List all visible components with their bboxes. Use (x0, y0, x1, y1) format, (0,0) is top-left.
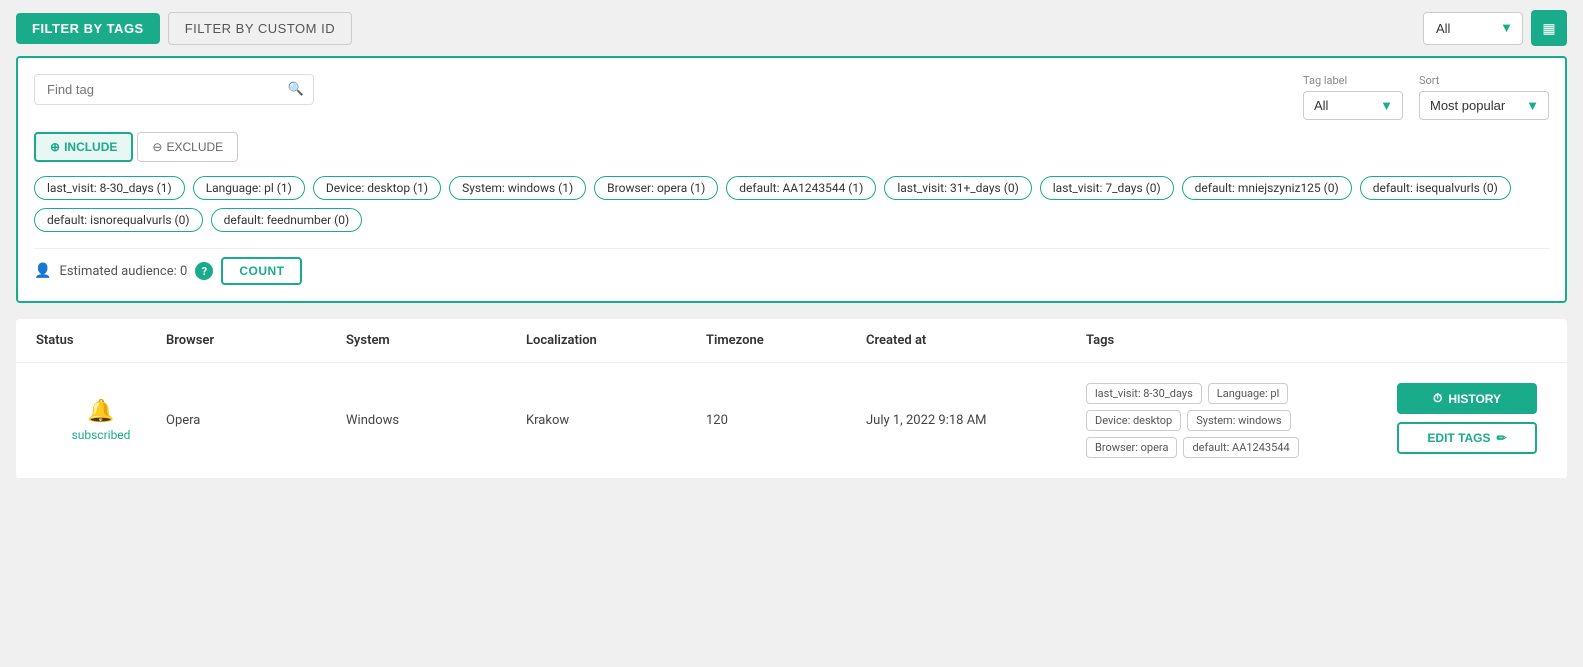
row-tag-badge: Device: desktop (1086, 410, 1181, 431)
find-tag-input[interactable] (34, 74, 314, 105)
filter-panel-top: 🔍 Tag label All ▼ Sort Most popular Leas… (34, 74, 1549, 120)
row-tag-badge: Browser: opera (1086, 437, 1177, 458)
filter-tag-pill[interactable]: last_visit: 8-30_days (1) (34, 176, 185, 200)
filter-by-custom-button[interactable]: FILTER BY CUSTOM ID (168, 12, 352, 45)
filter-tag-pill[interactable]: System: windows (1) (449, 176, 586, 200)
row-tag-badge: last_visit: 8-30_days (1086, 383, 1202, 404)
filter-tag-pill[interactable]: default: feednumber (0) (211, 208, 363, 232)
table-row: 🔔 subscribed Opera Windows Krakow 120 Ju… (16, 363, 1567, 479)
info-badge[interactable]: ? (195, 262, 213, 280)
row-tag-badge: Language: pl (1208, 383, 1288, 404)
header-tags: Tags (1086, 333, 1547, 348)
header-system: System (346, 333, 526, 348)
table-header: Status Browser System Localization Timez… (16, 319, 1567, 363)
tag-label-sort-label: Tag label (1303, 74, 1347, 87)
system-cell: Windows (346, 413, 526, 428)
history-icon: ⏱ (1433, 391, 1442, 406)
exclude-label: EXCLUDE (166, 140, 223, 154)
exclude-button[interactable]: ⊖ EXCLUDE (137, 132, 238, 162)
localization-cell: Krakow (526, 413, 706, 428)
all-select-wrapper: All ▼ (1423, 12, 1523, 45)
header-created-at: Created at (866, 333, 1086, 348)
estimated-row: 👤 Estimated audience: 0 ? COUNT (34, 248, 1549, 285)
row-tag-badge: default: AA1243544 (1183, 437, 1298, 458)
include-exclude-bar: ⊕ INCLUDE ⊖ EXCLUDE (34, 132, 1549, 162)
sort-group: Sort Most popular Least popular A-Z Z-A … (1419, 74, 1549, 120)
all-select[interactable]: All (1423, 12, 1523, 45)
sort-select-wrapper: Most popular Least popular A-Z Z-A ▼ (1419, 91, 1549, 120)
filter-tag-pill[interactable]: default: AA1243544 (1) (726, 176, 876, 200)
sort-label: Sort (1419, 74, 1439, 87)
grid-view-button[interactable]: ▦ (1531, 10, 1567, 46)
include-button[interactable]: ⊕ INCLUDE (34, 132, 133, 162)
row-tag-badge: System: windows (1187, 410, 1290, 431)
tag-label-select[interactable]: All (1303, 91, 1403, 120)
row-tags-cell: last_visit: 8-30_days Language: pl Device:… (1086, 383, 1381, 458)
header-browser: Browser (166, 333, 346, 348)
timezone-cell: 120 (706, 413, 866, 428)
table-wrapper: Status Browser System Localization Timez… (16, 319, 1567, 479)
actions-cell: ⏱ HISTORY EDIT TAGS ✏ (1397, 383, 1547, 454)
include-label: INCLUDE (64, 140, 117, 154)
header-status: Status (36, 333, 166, 348)
filter-tag-pill[interactable]: default: isnorequalvurls (0) (34, 208, 203, 232)
exclude-minus-icon: ⊖ (152, 140, 162, 154)
search-wrapper: 🔍 (34, 74, 314, 105)
filter-tag-pill[interactable]: Device: desktop (1) (313, 176, 441, 200)
tag-label-sort-group: Tag label All ▼ (1303, 74, 1403, 120)
top-bar: FILTER BY TAGS FILTER BY CUSTOM ID All ▼… (0, 0, 1583, 56)
person-icon: 👤 (34, 263, 51, 279)
filter-tag-pill[interactable]: default: mniejszyniz125 (0) (1182, 176, 1352, 200)
filter-tag-pill[interactable]: default: isequalvurls (0) (1360, 176, 1511, 200)
status-cell: 🔔 subscribed (36, 399, 166, 442)
browser-cell: Opera (166, 413, 346, 428)
history-label: HISTORY (1448, 392, 1501, 406)
header-localization: Localization (526, 333, 706, 348)
header-timezone: Timezone (706, 333, 866, 348)
filter-tag-pill[interactable]: Browser: opera (1) (594, 176, 718, 200)
tags-area: last_visit: 8-30_days (1) Language: pl (1… (34, 176, 1549, 232)
edit-tags-label: EDIT TAGS (1427, 431, 1490, 445)
history-button[interactable]: ⏱ HISTORY (1397, 383, 1537, 414)
sort-select[interactable]: Most popular Least popular A-Z Z-A (1419, 91, 1549, 120)
tag-label-select-wrapper: All ▼ (1303, 91, 1403, 120)
filter-by-tags-button[interactable]: FILTER BY TAGS (16, 13, 160, 44)
filter-panel: 🔍 Tag label All ▼ Sort Most popular Leas… (16, 56, 1567, 303)
subscribed-label: subscribed (72, 428, 131, 442)
created-at-cell: July 1, 2022 9:18 AM (866, 413, 1086, 428)
estimated-audience-text: Estimated audience: 0 (59, 264, 187, 279)
filter-panel-sort: Tag label All ▼ Sort Most popular Least … (1303, 74, 1549, 120)
include-plus-icon: ⊕ (50, 140, 60, 154)
tags-actions-cell: last_visit: 8-30_days Language: pl Device:… (1086, 383, 1547, 458)
edit-tags-button[interactable]: EDIT TAGS ✏ (1397, 422, 1537, 454)
count-button[interactable]: COUNT (221, 257, 302, 285)
filter-tag-pill[interactable]: last_visit: 31+_days (0) (884, 176, 1031, 200)
top-bar-right: All ▼ ▦ (1423, 10, 1567, 46)
filter-tag-pill[interactable]: last_visit: 7_days (0) (1040, 176, 1174, 200)
bell-icon: 🔔 (87, 399, 114, 424)
edit-icon: ✏ (1497, 431, 1507, 445)
filter-tag-pill[interactable]: Language: pl (1) (193, 176, 305, 200)
grid-icon: ▦ (1542, 20, 1555, 37)
